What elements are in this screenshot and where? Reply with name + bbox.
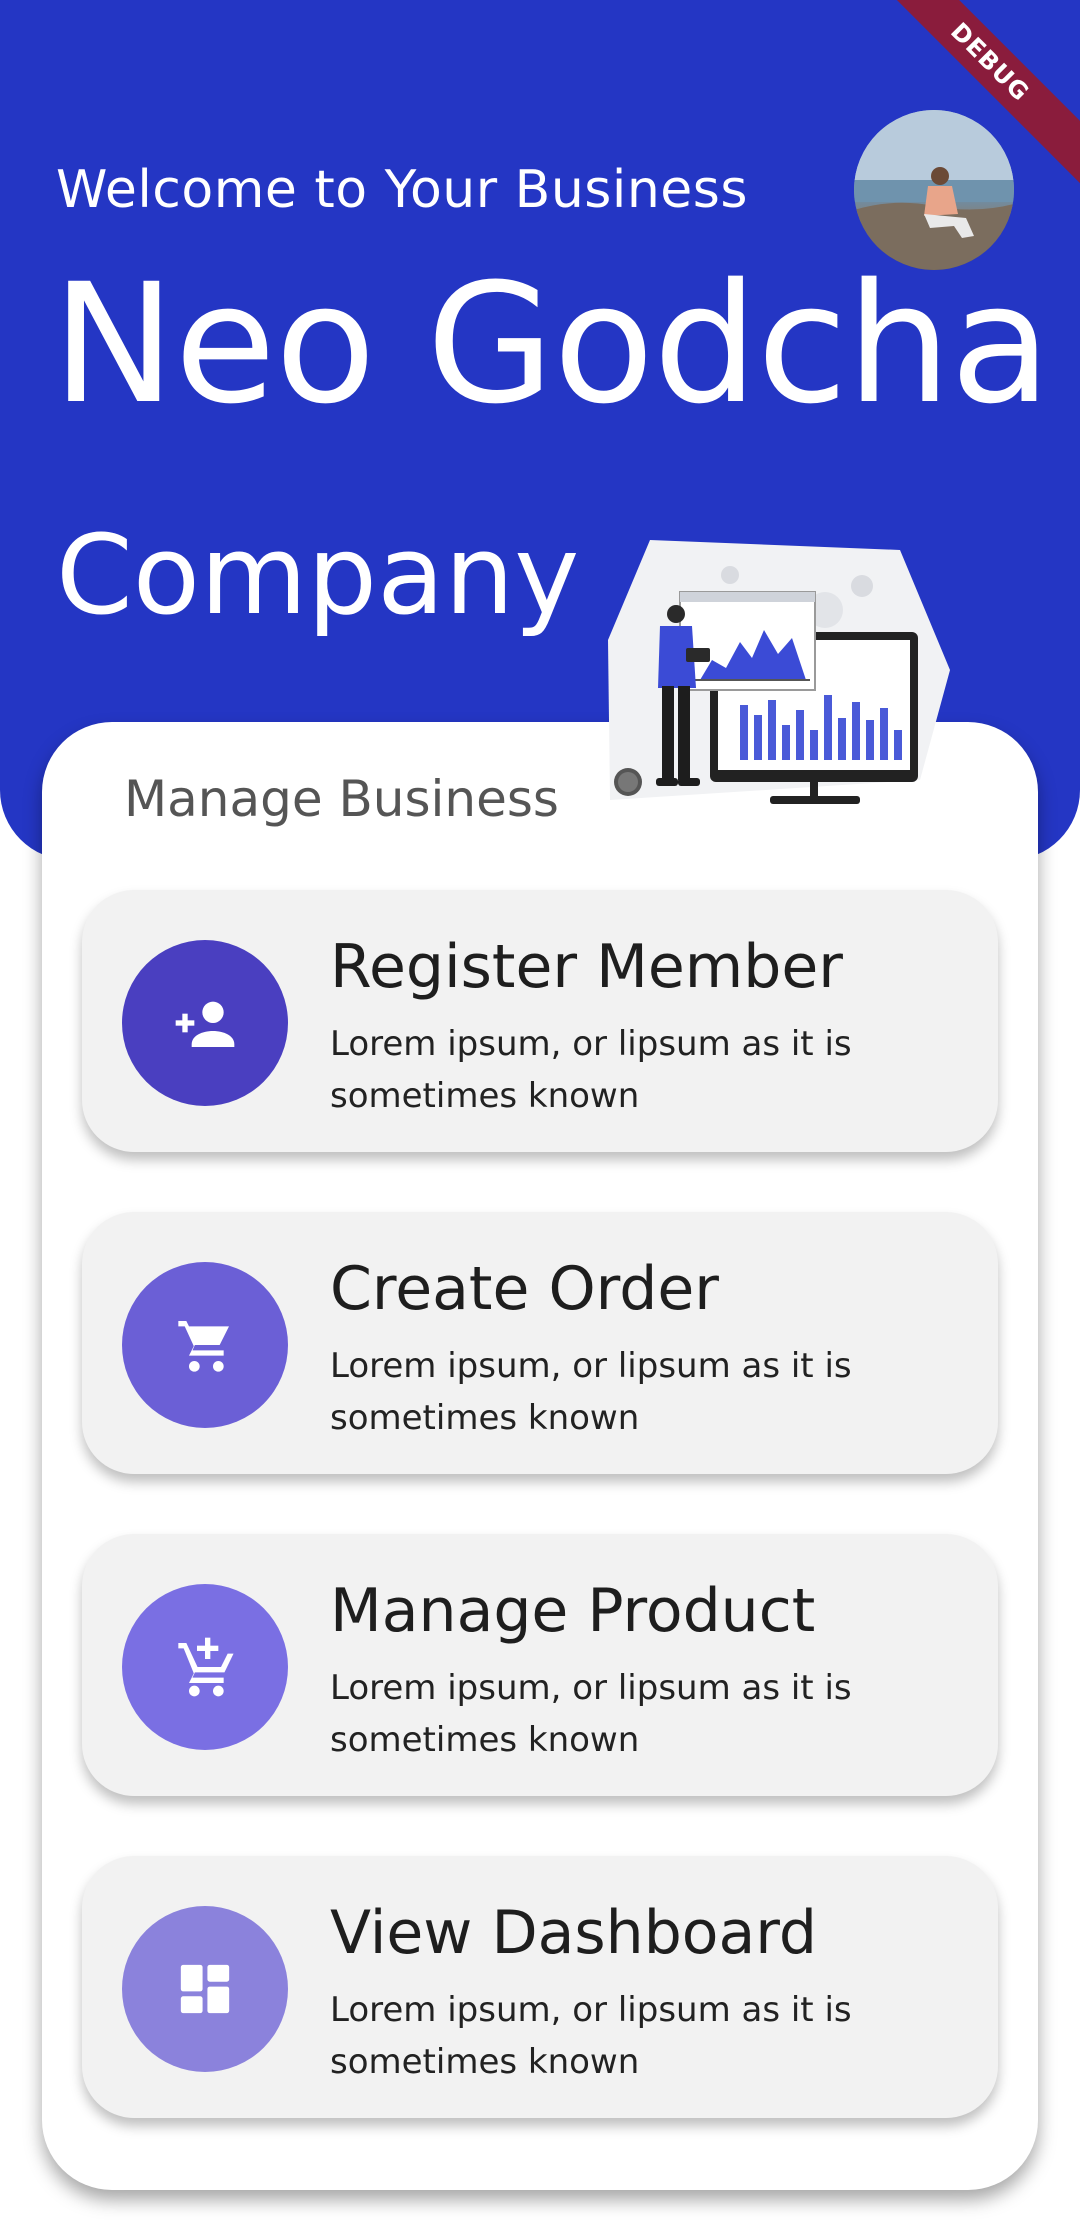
item-title: Manage Product — [330, 1576, 816, 1646]
person-add-icon — [122, 940, 288, 1106]
avatar-photo — [854, 110, 1014, 270]
manage-product-button[interactable]: Manage Product Lorem ipsum, or lipsum as… — [82, 1534, 998, 1796]
manage-business-card: Manage Business Register Member Lorem ip… — [42, 722, 1038, 2190]
item-title: View Dashboard — [330, 1898, 817, 1968]
item-title: Create Order — [330, 1254, 719, 1324]
company-name-line2: Company — [56, 511, 580, 639]
section-title: Manage Business — [124, 770, 559, 828]
create-order-button[interactable]: Create Order Lorem ipsum, or lipsum as i… — [82, 1212, 998, 1474]
item-description: Lorem ipsum, or lipsum as it is sometime… — [330, 1668, 852, 1760]
item-description: Lorem ipsum, or lipsum as it is sometime… — [330, 1990, 852, 2082]
company-name-line1: Neo Godcha — [52, 248, 1051, 440]
dashboard-icon — [122, 1906, 288, 2072]
add-shopping-cart-icon — [122, 1584, 288, 1750]
business-analytics-illustration — [600, 530, 960, 810]
item-description: Lorem ipsum, or lipsum as it is sometime… — [330, 1024, 852, 1116]
shopping-cart-icon — [122, 1262, 288, 1428]
avatar[interactable] — [854, 110, 1014, 270]
register-member-button[interactable]: Register Member Lorem ipsum, or lipsum a… — [82, 890, 998, 1152]
item-description: Lorem ipsum, or lipsum as it is sometime… — [330, 1346, 852, 1438]
view-dashboard-button[interactable]: View Dashboard Lorem ipsum, or lipsum as… — [82, 1856, 998, 2118]
welcome-text: Welcome to Your Business — [56, 160, 748, 220]
item-title: Register Member — [330, 932, 843, 1002]
